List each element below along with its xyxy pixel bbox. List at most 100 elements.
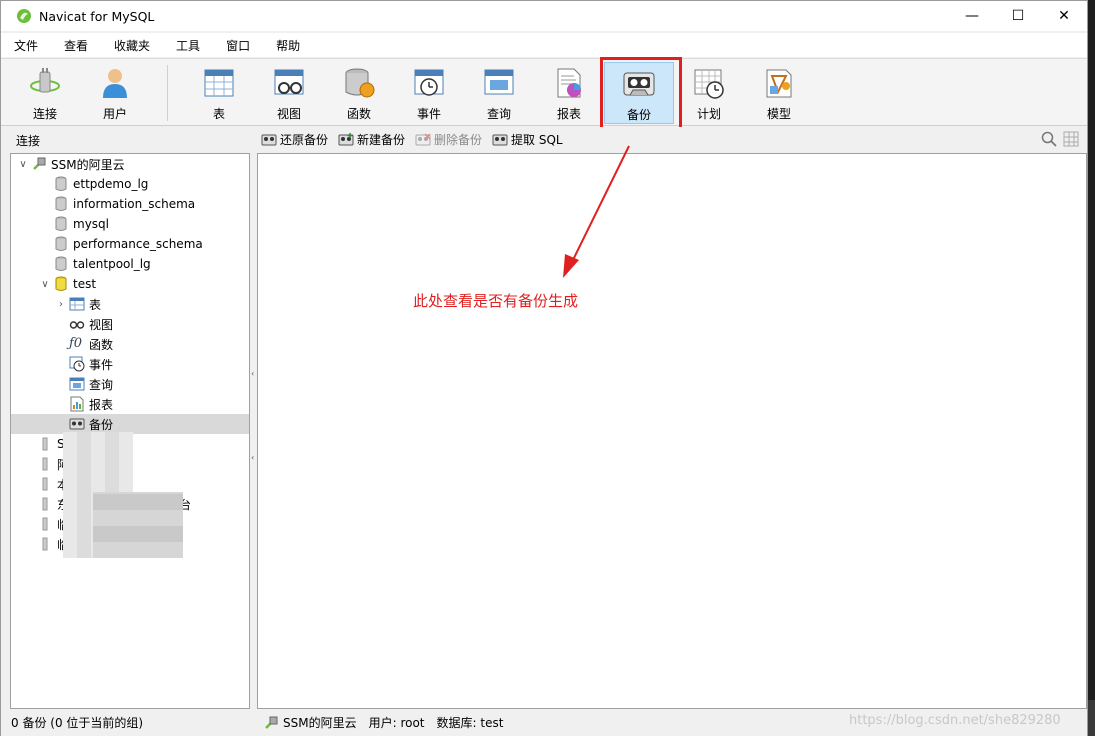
tree-db-item[interactable]: ettpdemo_lg (11, 174, 249, 194)
chevron-right-icon[interactable]: › (55, 299, 67, 310)
tree-object-label: 函数 (89, 337, 114, 352)
tree-connection-ssm[interactable]: ∨ SSM的阿里云 (11, 154, 249, 174)
tree-object-queries[interactable]: 查询 (11, 374, 249, 394)
connection-icon (42, 517, 48, 531)
view-glasses-icon (69, 321, 85, 329)
tree-object-label: 备份 (89, 417, 114, 432)
annotation-arrow (563, 145, 630, 278)
report-label: 报表 (556, 107, 581, 121)
connection-plug-icon (265, 716, 278, 729)
tree-db-item[interactable]: mysql (11, 214, 249, 234)
report-button[interactable]: 报表 (534, 62, 604, 124)
backup-list-panel[interactable] (257, 153, 1087, 709)
user-button[interactable]: 用户 (80, 62, 150, 124)
database-open-icon (55, 276, 67, 291)
schedule-button[interactable]: 计划 (674, 62, 744, 124)
chevron-down-icon[interactable]: ∨ (39, 279, 51, 290)
query-icon (484, 69, 514, 95)
tree-object-backups[interactable]: 备份 (11, 414, 249, 434)
collapse-left-icon[interactable]: ‹ (251, 453, 256, 463)
tree-db-label: information_schema (73, 197, 196, 211)
report-icon (70, 396, 84, 412)
background-desktop-strip (1088, 0, 1095, 736)
navicat-window: Navicat for MySQL — ☐ ✕ 文件 查看 收藏夹 工具 窗口 … (0, 0, 1088, 736)
query-button[interactable]: 查询 (464, 62, 534, 124)
close-button[interactable]: ✕ (1041, 1, 1087, 31)
tree-db-label: performance_schema (73, 237, 203, 251)
database-icon (55, 236, 67, 251)
model-button[interactable]: 模型 (744, 62, 814, 124)
schedule-calendar-clock-icon (694, 69, 724, 99)
search-icon[interactable] (1041, 131, 1057, 147)
minimize-button[interactable]: — (949, 1, 995, 31)
function-database-icon (345, 68, 375, 98)
schedule-label: 计划 (696, 107, 721, 121)
model-diagram-icon (766, 69, 792, 98)
user-icon (103, 69, 127, 98)
tree-object-views[interactable]: 视图 (11, 314, 249, 334)
status-database: 数据库: test (436, 716, 504, 730)
menu-bar: 文件 查看 收藏夹 工具 窗口 帮助 (1, 33, 1087, 57)
menu-help[interactable]: 帮助 (263, 37, 313, 54)
tree-object-label: 查询 (89, 377, 114, 392)
new-backup-icon (338, 132, 354, 145)
menu-favorites[interactable]: 收藏夹 (101, 37, 163, 54)
grid-view-icon[interactable] (1063, 131, 1079, 147)
menu-file[interactable]: 文件 (1, 37, 51, 54)
view-glasses-icon (274, 69, 304, 95)
connection-tree-panel: ∨ SSM的阿里云 ettpdemo_lg information_schema… (10, 153, 250, 709)
connection-icon (42, 537, 48, 551)
new-backup-button[interactable]: 新建备份 (338, 131, 405, 148)
view-button[interactable]: 视图 (254, 62, 324, 124)
report-icon (557, 68, 581, 98)
connect-button[interactable]: 连接 (10, 62, 80, 124)
table-icon (69, 297, 85, 311)
backup-cassette-icon (69, 418, 85, 430)
restore-backup-button[interactable]: 还原备份 (261, 131, 328, 148)
table-button[interactable]: 表 (184, 62, 254, 124)
tree-object-functions[interactable]: ƒ0 函数 (11, 334, 249, 354)
database-icon (55, 176, 67, 191)
database-icon (55, 196, 67, 211)
connection-icon (42, 457, 48, 471)
csdn-watermark: https://blog.csdn.net/she829280 (849, 713, 1061, 728)
chevron-down-icon[interactable]: ∨ (17, 159, 29, 170)
delete-backup-label: 删除备份 (434, 133, 483, 147)
model-label: 模型 (766, 107, 791, 121)
tree-object-tables[interactable]: › 表 (11, 294, 249, 314)
user-label: 用户 (102, 107, 127, 121)
connection-plug-icon (30, 68, 60, 93)
tree-object-label: 事件 (89, 357, 114, 372)
main-toolbar: 连接 用户 表 视图 函数 事件 查询 报表 备份 计划 模型 (1, 58, 1087, 126)
tree-object-label: 表 (89, 297, 102, 312)
connection-panel-title: 连接 (16, 134, 41, 148)
toolbar-separator (167, 65, 168, 121)
function-label: 函数 (346, 107, 371, 121)
collapse-left-icon[interactable]: ‹ (251, 369, 256, 379)
panel-splitter[interactable]: ‹ ‹ (250, 153, 257, 709)
event-label: 事件 (416, 107, 441, 121)
tree-object-events[interactable]: 事件 (11, 354, 249, 374)
query-label: 查询 (486, 107, 511, 121)
tree-db-item[interactable]: talentpool_lg (11, 254, 249, 274)
delete-backup-button[interactable]: 删除备份 (415, 131, 482, 148)
table-icon (204, 69, 234, 97)
menu-window[interactable]: 窗口 (213, 37, 263, 54)
maximize-button[interactable]: ☐ (995, 1, 1041, 31)
tree-db-item[interactable]: performance_schema (11, 234, 249, 254)
function-button[interactable]: 函数 (324, 62, 394, 124)
event-button[interactable]: 事件 (394, 62, 464, 124)
window-title: Navicat for MySQL (39, 8, 155, 24)
connection-icon (42, 497, 48, 511)
tree-object-reports[interactable]: 报表 (11, 394, 249, 414)
tree-db-item[interactable]: information_schema (11, 194, 249, 214)
title-bar: Navicat for MySQL — ☐ ✕ (1, 1, 1087, 31)
privacy-pixelation (93, 492, 183, 558)
new-backup-label: 新建备份 (357, 133, 406, 147)
tree-db-label: test (73, 277, 97, 291)
menu-view[interactable]: 查看 (51, 37, 101, 54)
restore-backup-label: 还原备份 (280, 133, 329, 147)
tree-db-test[interactable]: ∨ test (11, 274, 249, 294)
menu-tools[interactable]: 工具 (163, 37, 213, 54)
tree-object-label: 报表 (89, 397, 114, 412)
